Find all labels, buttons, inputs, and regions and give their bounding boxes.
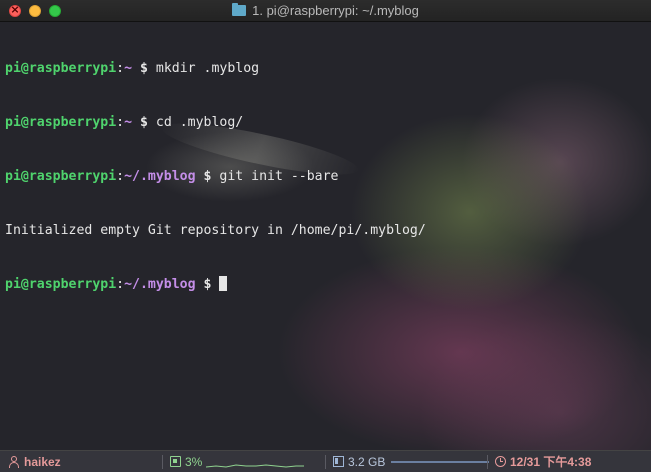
memory-icon bbox=[333, 456, 344, 467]
clock-icon bbox=[495, 456, 506, 467]
terminal-line: pi@raspberrypi:~/.myblog $ bbox=[5, 276, 426, 294]
command-text: git init --bare bbox=[219, 169, 339, 184]
maximize-button[interactable] bbox=[49, 5, 61, 17]
prompt-user: pi@raspberrypi bbox=[5, 61, 117, 76]
window-title: 1. pi@raspberrypi: ~/.myblog bbox=[252, 3, 419, 18]
status-divider bbox=[162, 455, 163, 469]
terminal-line: pi@raspberrypi:~ $ mkdir .myblog bbox=[5, 60, 426, 78]
terminal-window: 1. pi@raspberrypi: ~/.myblog pi@raspberr… bbox=[0, 0, 651, 472]
prompt-dollar: $ bbox=[195, 277, 220, 292]
prompt-colon: : bbox=[116, 115, 125, 130]
prompt-colon: : bbox=[116, 277, 125, 292]
status-divider bbox=[325, 455, 326, 469]
cpu-sparkline bbox=[206, 463, 305, 468]
terminal-cursor[interactable] bbox=[219, 276, 228, 291]
status-memory-value: 3.2 GB bbox=[348, 454, 386, 469]
prompt-path: ~/.myblog bbox=[124, 277, 196, 292]
status-cpu[interactable]: 3% bbox=[170, 451, 305, 472]
command-text: mkdir .myblog bbox=[155, 61, 260, 76]
window-controls bbox=[9, 3, 61, 17]
prompt-user: pi@raspberrypi bbox=[5, 115, 117, 130]
title-bar: 1. pi@raspberrypi: ~/.myblog bbox=[0, 0, 651, 22]
prompt-colon: : bbox=[116, 61, 125, 76]
user-icon bbox=[8, 455, 20, 468]
prompt-dollar: $ bbox=[195, 169, 220, 184]
window-title-group: 1. pi@raspberrypi: ~/.myblog bbox=[232, 3, 419, 18]
folder-icon bbox=[232, 3, 247, 16]
prompt-user: pi@raspberrypi bbox=[5, 277, 117, 292]
prompt-path: ~ bbox=[124, 61, 133, 76]
terminal-line: pi@raspberrypi:~ $ cd .myblog/ bbox=[5, 114, 426, 132]
prompt-dollar: $ bbox=[132, 61, 156, 76]
prompt-dollar: $ bbox=[132, 115, 156, 130]
status-datetime: 12/31 下午4:38 bbox=[510, 455, 592, 469]
status-cpu-value: 3% bbox=[185, 454, 203, 469]
command-output: Initialized empty Git repository in /hom… bbox=[5, 223, 426, 238]
status-clock[interactable]: 12/31 下午4:38 bbox=[495, 451, 591, 472]
status-bar: haikez 3% 3.2 GB 12/31 下午4:38 bbox=[0, 450, 651, 472]
prompt-path: ~ bbox=[124, 115, 133, 130]
terminal-output: pi@raspberrypi:~ $ mkdir .myblog pi@rasp… bbox=[5, 24, 426, 330]
prompt-user: pi@raspberrypi bbox=[5, 169, 117, 184]
status-divider bbox=[487, 455, 488, 469]
prompt-path: ~/.myblog bbox=[124, 169, 196, 184]
terminal-line: Initialized empty Git repository in /hom… bbox=[5, 222, 426, 240]
minimize-button[interactable] bbox=[29, 5, 41, 17]
status-memory[interactable]: 3.2 GB bbox=[333, 451, 490, 472]
terminal-body[interactable]: pi@raspberrypi:~ $ mkdir .myblog pi@rasp… bbox=[0, 22, 651, 450]
prompt-colon: : bbox=[116, 169, 125, 184]
cpu-icon bbox=[170, 456, 181, 467]
status-user[interactable]: haikez bbox=[8, 451, 61, 472]
command-text: cd .myblog/ bbox=[155, 115, 244, 130]
terminal-line: pi@raspberrypi:~/.myblog $ git init --ba… bbox=[5, 168, 426, 186]
status-user-name: haikez bbox=[24, 454, 61, 469]
close-button[interactable] bbox=[9, 3, 21, 17]
memory-bar bbox=[391, 460, 490, 463]
